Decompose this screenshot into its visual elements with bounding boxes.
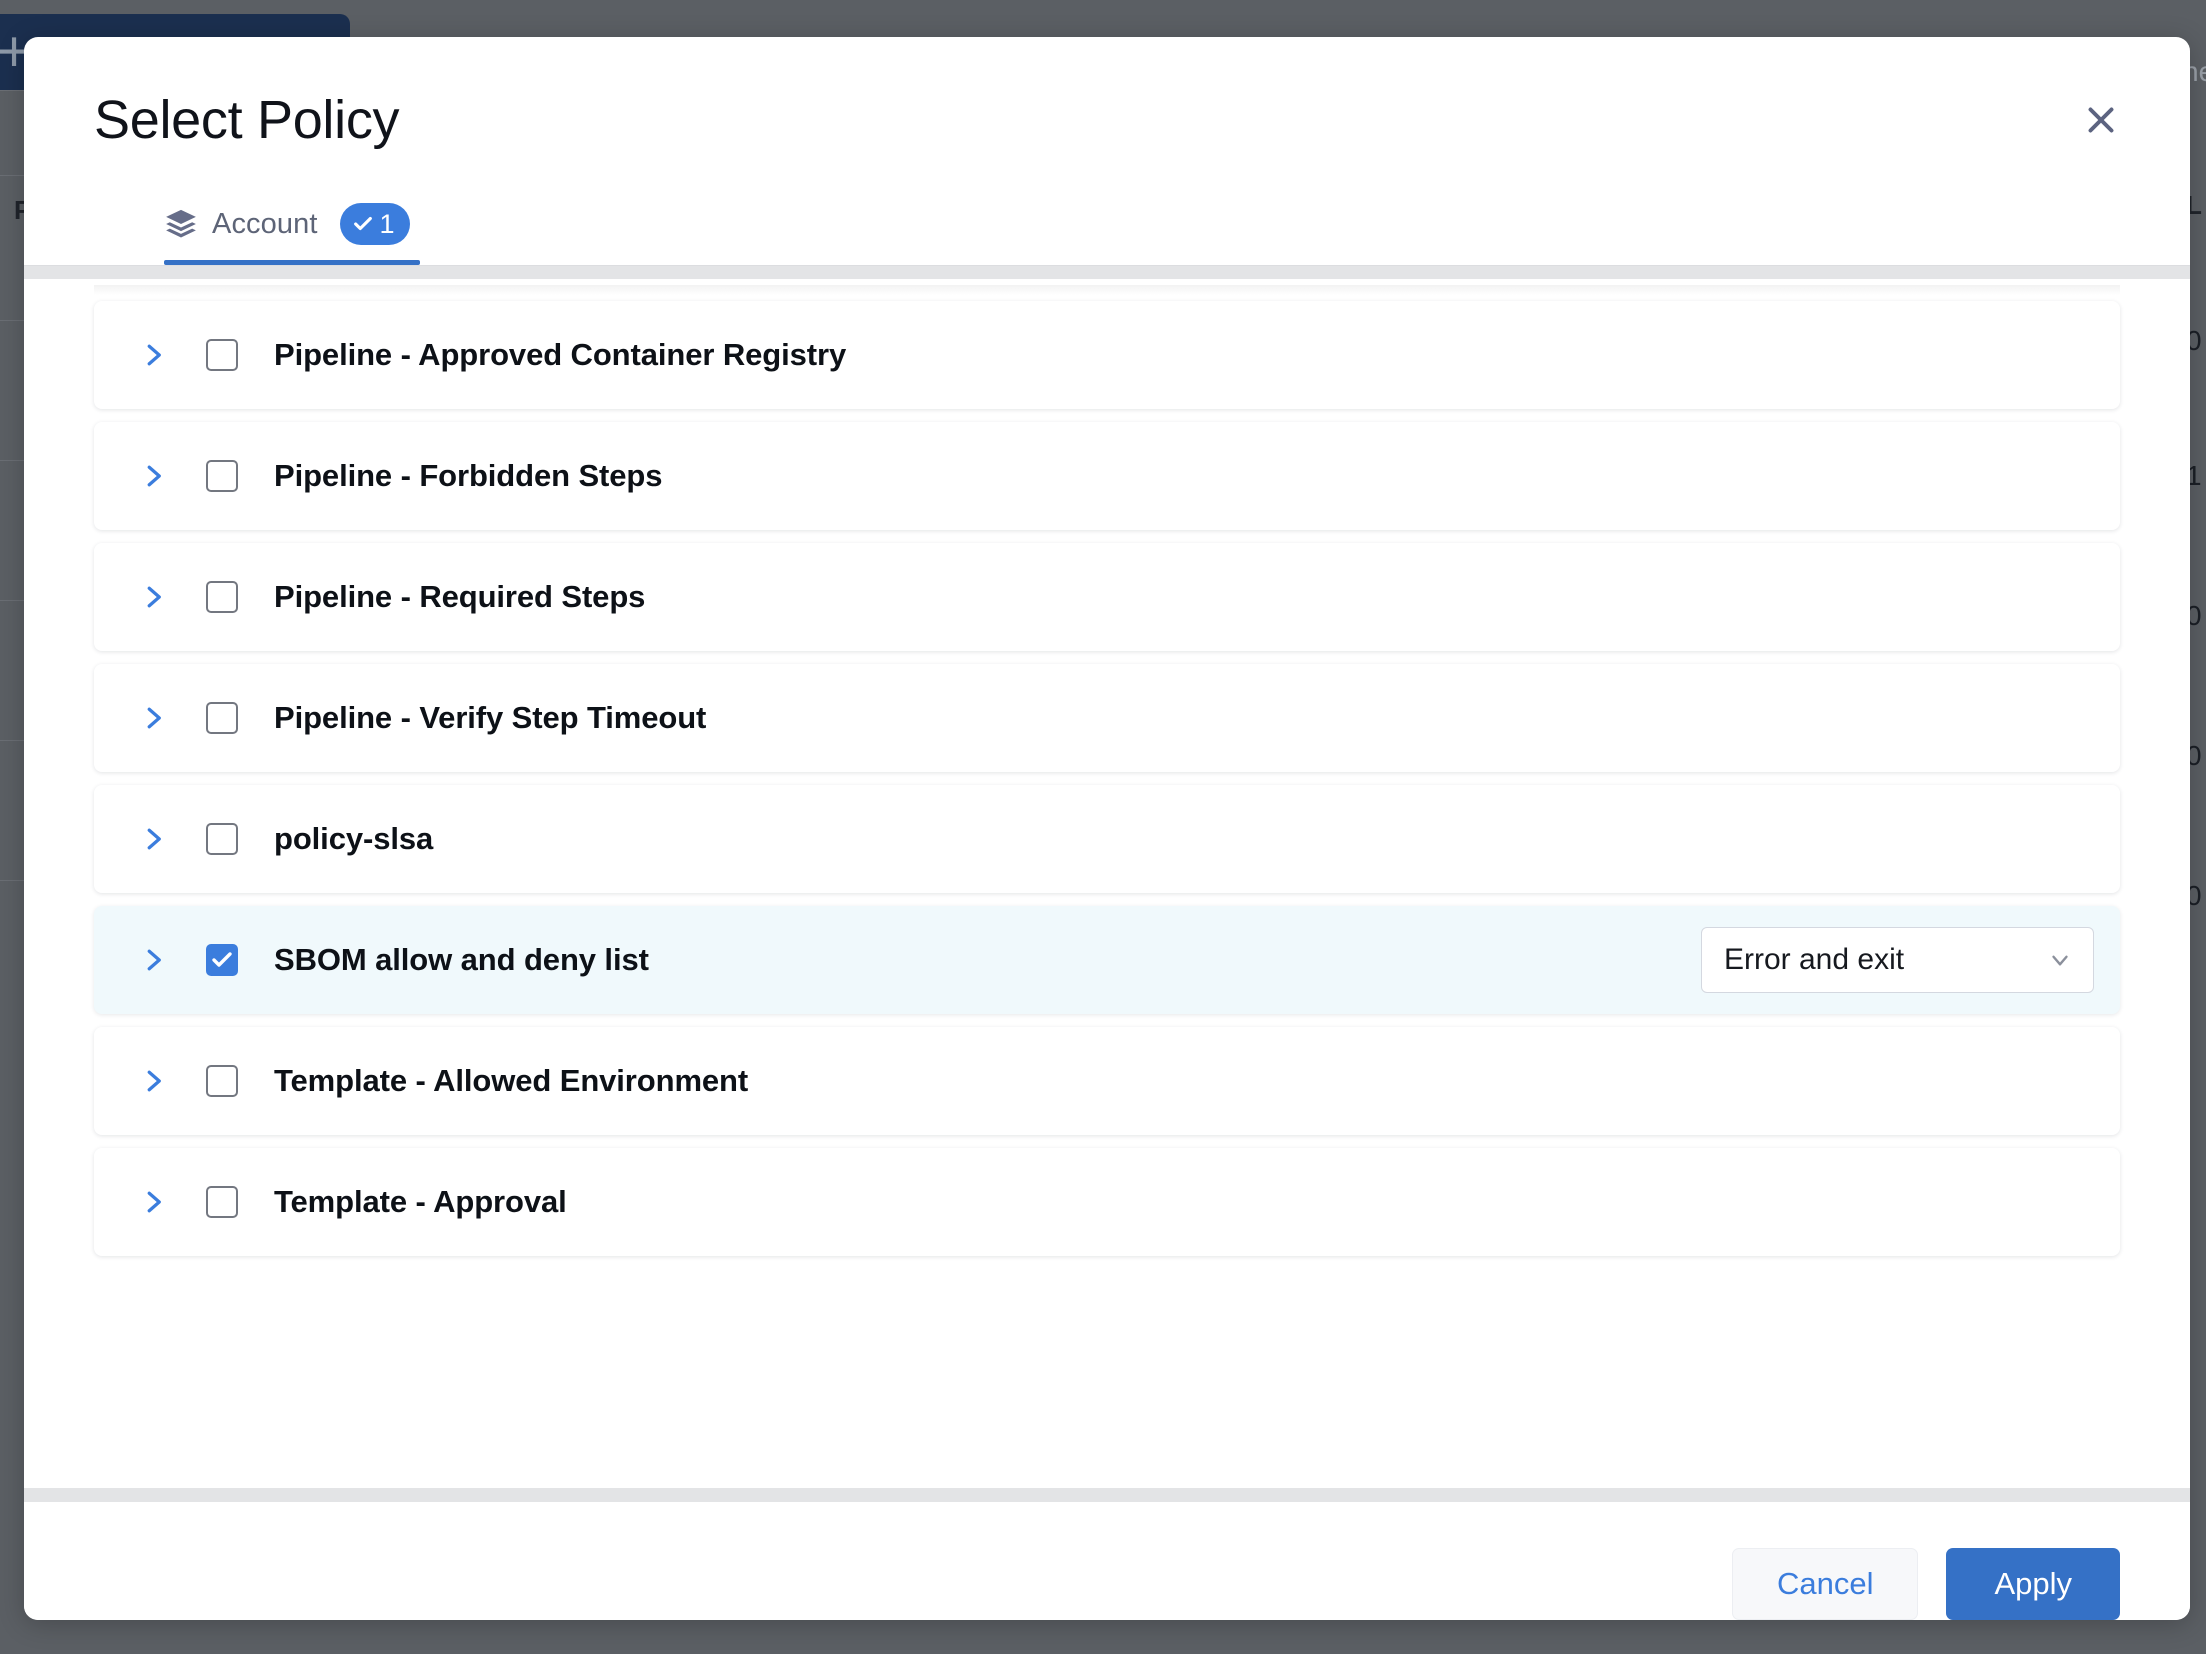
policy-checkbox[interactable] [206, 823, 238, 855]
cancel-button[interactable]: Cancel [1732, 1548, 1919, 1620]
chevron-right-icon[interactable] [138, 1066, 168, 1096]
bg-divider [0, 740, 24, 741]
chevron-right-icon[interactable] [138, 582, 168, 612]
policy-name: Pipeline - Verify Step Timeout [274, 700, 2094, 736]
chevron-right-icon[interactable] [138, 703, 168, 733]
policy-name: Pipeline - Forbidden Steps [274, 458, 2094, 494]
dialog-tabs: Account 1 [164, 193, 2120, 265]
chevron-down-icon [2047, 947, 2073, 973]
list-item[interactable]: Pipeline - Verify Step Timeout [94, 664, 2120, 772]
dialog-footer: Cancel Apply [24, 1488, 2190, 1620]
select-policy-dialog: Select Policy Account 1 [24, 37, 2190, 1620]
policy-checkbox[interactable] [206, 702, 238, 734]
header-divider [24, 265, 2190, 279]
chevron-right-icon[interactable] [138, 1187, 168, 1217]
policy-name: Pipeline - Required Steps [274, 579, 2094, 615]
policy-name: SBOM allow and deny list [274, 942, 1701, 978]
policy-name: Template - Allowed Environment [274, 1063, 2094, 1099]
chevron-right-icon[interactable] [138, 945, 168, 975]
list-item[interactable]: Pipeline - Required Steps [94, 543, 2120, 651]
status-badge: 1 [340, 203, 410, 245]
policy-name: Pipeline - Approved Container Registry [274, 337, 2094, 373]
policy-action-select[interactable]: Error and exit [1701, 927, 2094, 993]
layers-icon [164, 207, 198, 241]
bg-divider [0, 90, 24, 91]
list-item[interactable]: Pipeline - Forbidden Steps [94, 422, 2120, 530]
bg-divider [0, 600, 24, 601]
list-item[interactable]: Pipeline - Approved Container Registry [94, 301, 2120, 409]
badge-count: 1 [380, 209, 395, 240]
page-title: Select Policy [94, 89, 2120, 151]
list-scroll-shadow [94, 285, 2120, 295]
chevron-right-icon[interactable] [138, 824, 168, 854]
policy-action-value: Error and exit [1724, 943, 1904, 977]
chevron-right-icon[interactable] [138, 461, 168, 491]
policy-name: policy-slsa [274, 821, 2094, 857]
policy-name: Template - Approval [274, 1184, 2094, 1220]
list-item[interactable]: Template - Allowed Environment [94, 1027, 2120, 1135]
close-icon[interactable] [2074, 93, 2128, 147]
policy-checkbox[interactable] [206, 460, 238, 492]
dialog-header: Select Policy Account 1 [24, 37, 2190, 265]
check-icon [352, 213, 374, 235]
tab-account-label: Account [212, 208, 318, 241]
bg-divider [0, 320, 24, 321]
policy-checkbox[interactable] [206, 944, 238, 976]
bg-divider [0, 460, 24, 461]
chevron-right-icon[interactable] [138, 340, 168, 370]
list-item-selected[interactable]: SBOM allow and deny list Error and exit [94, 906, 2120, 1014]
policy-checkbox[interactable] [206, 581, 238, 613]
apply-button[interactable]: Apply [1946, 1548, 2120, 1620]
policy-list: Pipeline - Approved Container Registry P… [24, 279, 2190, 1488]
policy-checkbox[interactable] [206, 1186, 238, 1218]
bg-divider [0, 880, 24, 881]
policy-checkbox[interactable] [206, 1065, 238, 1097]
list-item[interactable]: policy-slsa [94, 785, 2120, 893]
bg-divider [0, 175, 24, 176]
policy-checkbox[interactable] [206, 339, 238, 371]
list-item[interactable]: Template - Approval [94, 1148, 2120, 1256]
tab-account[interactable]: Account 1 [164, 203, 420, 265]
